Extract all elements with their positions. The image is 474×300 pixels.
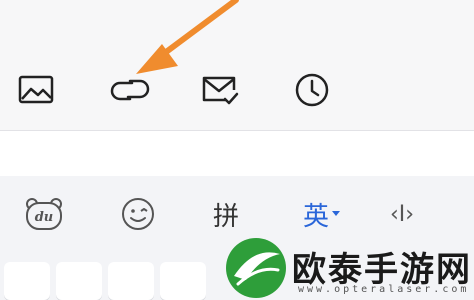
watermark-logo-icon	[226, 238, 286, 298]
watermark: 欧泰手游网 www.opteralaser.com	[220, 236, 470, 300]
watermark-url: www.opteralaser.com	[298, 284, 470, 295]
